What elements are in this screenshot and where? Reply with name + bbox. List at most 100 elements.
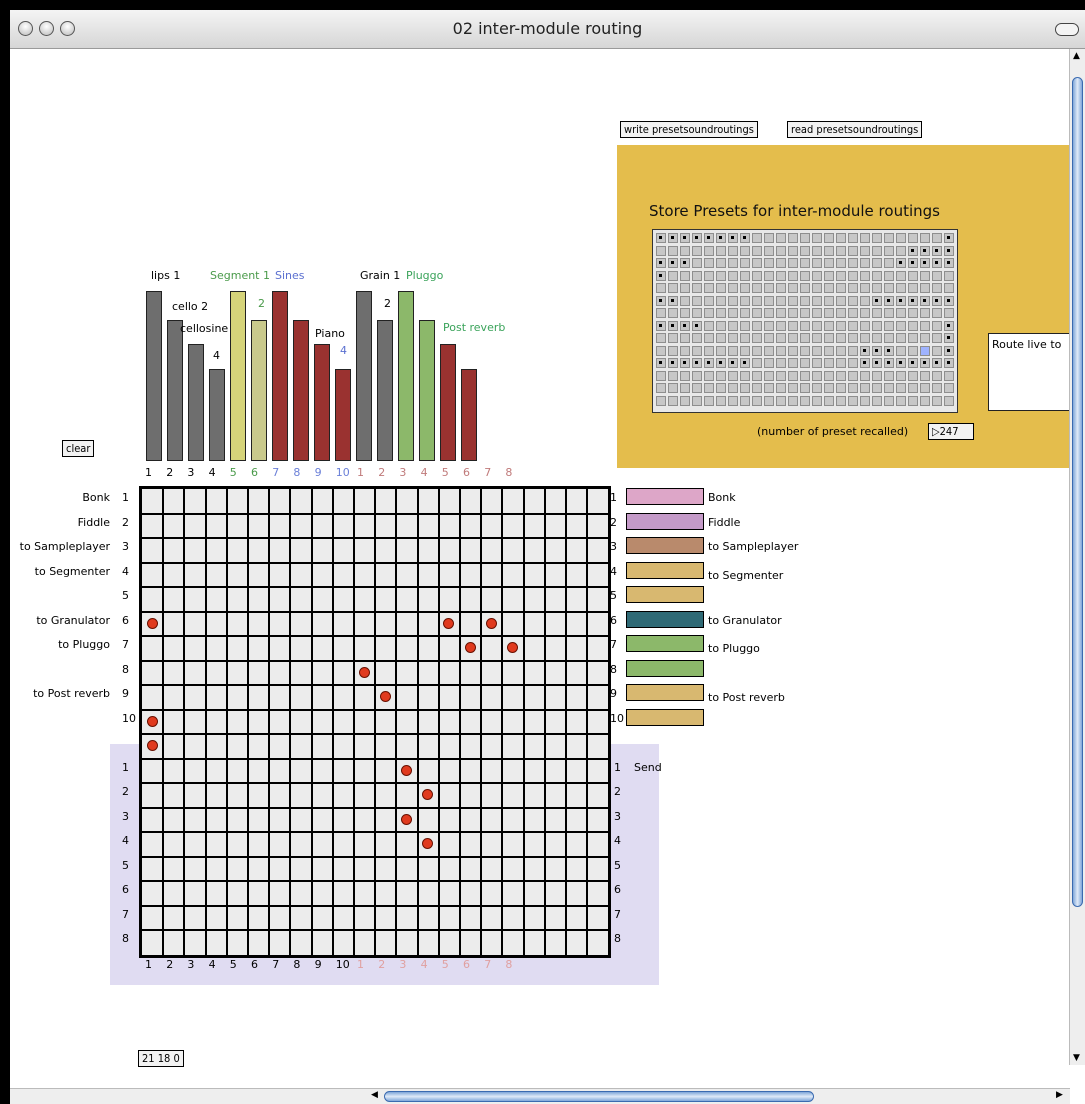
preset-slot[interactable] (920, 370, 930, 381)
preset-slot[interactable] (716, 295, 726, 306)
preset-slot[interactable] (692, 233, 702, 243)
preset-slot[interactable] (680, 395, 690, 406)
preset-slot[interactable] (800, 233, 810, 243)
preset-slot[interactable] (656, 320, 666, 331)
preset-slot[interactable] (848, 333, 858, 343)
preset-slot[interactable] (932, 370, 942, 381)
preset-slot[interactable] (824, 320, 834, 331)
preset-slot[interactable] (824, 358, 834, 368)
module-level-bar[interactable] (293, 320, 309, 461)
preset-slot[interactable] (944, 270, 954, 281)
preset-slot[interactable] (656, 308, 666, 318)
preset-slot[interactable] (788, 333, 798, 343)
preset-slot[interactable] (752, 245, 762, 256)
preset-slot[interactable] (812, 333, 822, 343)
preset-slot[interactable] (920, 333, 930, 343)
preset-slot[interactable] (788, 245, 798, 256)
preset-slot[interactable] (908, 345, 918, 356)
preset-slot[interactable] (704, 345, 714, 356)
routing-connection-dot[interactable] (379, 691, 391, 703)
destination-color-swatch[interactable] (626, 708, 704, 726)
preset-slot[interactable] (680, 270, 690, 281)
preset-slot[interactable] (764, 308, 774, 318)
preset-slot[interactable] (728, 383, 738, 393)
route-live-box[interactable]: Route live to (988, 333, 1080, 411)
preset-slot[interactable] (944, 258, 954, 268)
destination-color-swatch[interactable] (626, 512, 704, 530)
preset-slot[interactable] (944, 370, 954, 381)
preset-number-box[interactable]: ▷247 (928, 423, 974, 440)
preset-slot[interactable] (848, 270, 858, 281)
preset-slot[interactable] (788, 258, 798, 268)
preset-slot[interactable] (812, 358, 822, 368)
horizontal-scroll-thumb[interactable] (384, 1091, 814, 1102)
preset-slot[interactable] (776, 370, 786, 381)
preset-slot[interactable] (860, 370, 870, 381)
preset-slot[interactable] (824, 345, 834, 356)
preset-slot[interactable] (860, 383, 870, 393)
preset-slot[interactable] (788, 283, 798, 293)
preset-slot[interactable] (656, 295, 666, 306)
preset-slot[interactable] (860, 333, 870, 343)
preset-slot[interactable] (944, 383, 954, 393)
preset-slot[interactable] (788, 395, 798, 406)
preset-slot[interactable] (824, 245, 834, 256)
preset-slot[interactable] (776, 258, 786, 268)
preset-slot[interactable] (788, 320, 798, 331)
preset-slot[interactable] (788, 358, 798, 368)
preset-slot[interactable] (860, 320, 870, 331)
preset-slot[interactable] (872, 358, 882, 368)
preset-slot[interactable] (728, 395, 738, 406)
preset-slot[interactable] (692, 333, 702, 343)
preset-slot[interactable] (800, 383, 810, 393)
preset-slot[interactable] (728, 345, 738, 356)
module-level-bar[interactable] (314, 344, 330, 461)
preset-slot[interactable] (680, 295, 690, 306)
preset-slot[interactable] (776, 333, 786, 343)
preset-slot[interactable] (692, 270, 702, 281)
preset-slot[interactable] (800, 270, 810, 281)
preset-slot[interactable] (776, 270, 786, 281)
preset-slot[interactable] (692, 283, 702, 293)
preset-slot[interactable] (776, 358, 786, 368)
preset-slot[interactable] (740, 383, 750, 393)
preset-slot[interactable] (668, 370, 678, 381)
preset-slot[interactable] (764, 333, 774, 343)
preset-slot[interactable] (920, 270, 930, 281)
module-level-bar[interactable] (167, 320, 183, 461)
preset-slot[interactable] (740, 320, 750, 331)
preset-slot[interactable] (920, 358, 930, 368)
preset-slot[interactable] (764, 395, 774, 406)
preset-slot[interactable] (728, 295, 738, 306)
preset-slot[interactable] (884, 283, 894, 293)
preset-slot[interactable] (812, 258, 822, 268)
preset-slot[interactable] (764, 383, 774, 393)
preset-slot[interactable] (728, 320, 738, 331)
preset-slot[interactable] (908, 308, 918, 318)
preset-slot[interactable] (680, 358, 690, 368)
preset-slot[interactable] (728, 233, 738, 243)
preset-slot[interactable] (908, 270, 918, 281)
preset-slot[interactable] (680, 308, 690, 318)
preset-slot[interactable] (908, 333, 918, 343)
preset-slot[interactable] (836, 383, 846, 393)
preset-slot[interactable] (884, 258, 894, 268)
preset-slot[interactable] (920, 383, 930, 393)
preset-slot[interactable] (692, 358, 702, 368)
preset-slot[interactable] (884, 233, 894, 243)
preset-slot[interactable] (716, 370, 726, 381)
preset-slot[interactable] (908, 358, 918, 368)
preset-slot[interactable] (872, 395, 882, 406)
preset-slot[interactable] (656, 370, 666, 381)
preset-slot[interactable] (752, 233, 762, 243)
preset-slot[interactable] (764, 295, 774, 306)
preset-slot[interactable] (680, 233, 690, 243)
preset-slot[interactable] (656, 395, 666, 406)
preset-slot[interactable] (908, 320, 918, 331)
preset-slot[interactable] (752, 308, 762, 318)
routing-connection-dot[interactable] (358, 666, 370, 678)
preset-slot[interactable] (824, 308, 834, 318)
preset-slot[interactable] (896, 370, 906, 381)
preset-slot[interactable] (740, 270, 750, 281)
preset-slot[interactable] (776, 383, 786, 393)
